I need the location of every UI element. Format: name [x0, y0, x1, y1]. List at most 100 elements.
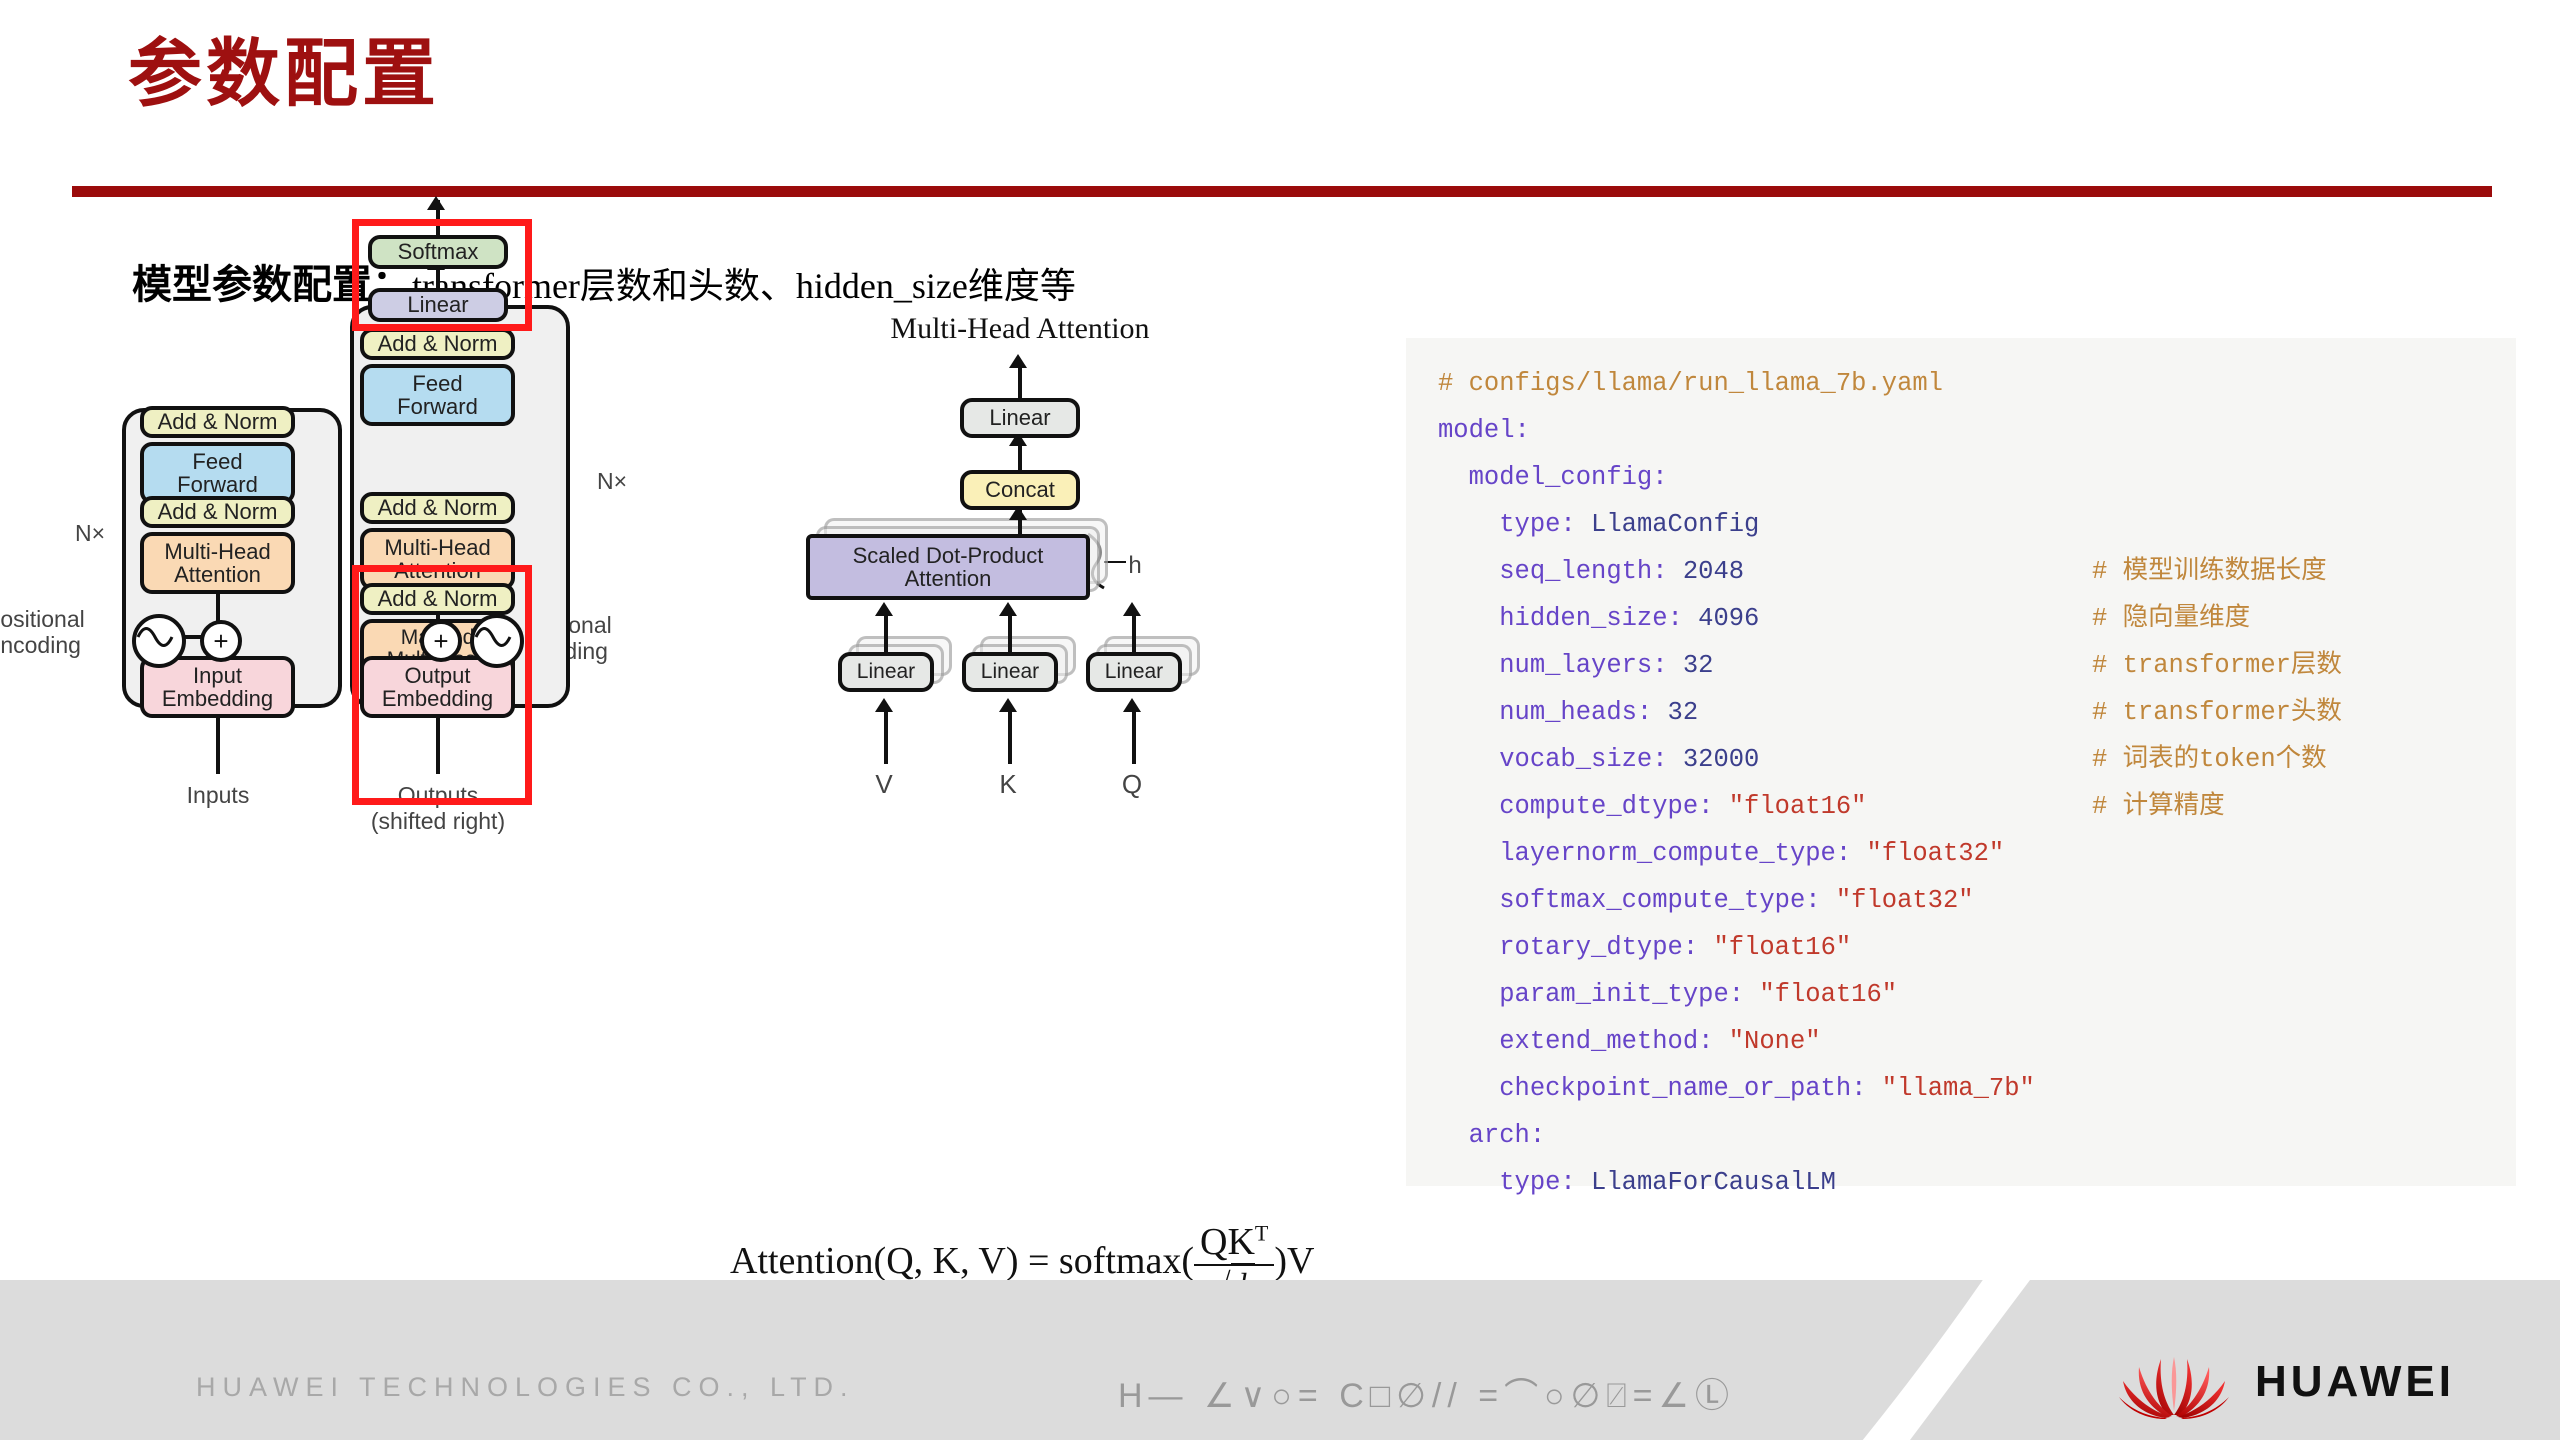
code-value: 32	[1652, 698, 1699, 727]
k-label: K	[999, 769, 1017, 799]
code-line: softmax_compute_type: "float32"	[1406, 877, 2516, 924]
code-line-text: seq_length: 2048	[1406, 557, 1744, 586]
v-label: V	[875, 769, 893, 799]
footer-company-text: HUAWEI TECHNOLOGIES CO., LTD.	[196, 1372, 855, 1402]
positional-add-left: +	[200, 620, 242, 662]
code-line: compute_dtype: "float16" # 计算精度	[1406, 783, 2516, 830]
code-line: model_config:	[1406, 454, 2516, 501]
mha-linear-q: Linear	[1086, 652, 1182, 692]
code-inline-comment: # 词表的token个数	[2092, 745, 2327, 774]
nx-label-left: N×	[74, 520, 106, 546]
arrow-up-icon	[1123, 602, 1141, 616]
code-inline-comment: # transformer层数	[2092, 651, 2342, 680]
code-comment: # configs/llama/run_llama_7b.yaml	[1438, 369, 1943, 398]
code-line-text: compute_dtype: "float16"	[1406, 792, 1866, 821]
encoder-feed-forward: Feed Forward	[140, 442, 295, 504]
code-value: 32000	[1667, 745, 1760, 774]
code-line: extend_method: "None"	[1406, 1018, 2516, 1065]
mha-linear-k: Linear	[962, 652, 1058, 692]
formula-rhs: )V	[1274, 1239, 1315, 1282]
code-value: "float16"	[1713, 792, 1867, 821]
mha-title: Multi-Head Attention	[890, 312, 1150, 345]
code-key: num_heads:	[1438, 698, 1653, 727]
page-title: 参数配置	[128, 34, 440, 116]
code-key: type:	[1438, 1168, 1576, 1197]
connector-stem	[1008, 704, 1012, 764]
code-line-text: type: LlamaConfig	[1406, 510, 1759, 539]
multi-head-attention-diagram: Multi-Head Attention Linear Concat Scale…	[790, 312, 1250, 880]
code-inline-comment: # 模型训练数据长度	[2092, 557, 2327, 586]
connector-stem	[216, 718, 220, 774]
encoder-multi-head-attention: Multi-Head Attention	[140, 532, 295, 594]
arrow-up-icon	[875, 698, 893, 712]
huawei-logo: HUAWEI	[2115, 1345, 2455, 1419]
code-line: arch:	[1406, 1112, 2516, 1159]
mha-linear-top: Linear	[960, 398, 1080, 438]
code-key: type:	[1438, 510, 1576, 539]
mha-linear-v: Linear	[838, 652, 934, 692]
code-value: LlamaConfig	[1575, 510, 1760, 539]
code-line: type: LlamaForCausalLM	[1406, 1159, 2516, 1206]
code-key: vocab_size:	[1438, 745, 1668, 774]
arrow-up-icon	[427, 196, 445, 210]
code-key: extend_method:	[1438, 1027, 1714, 1056]
code-key: model_config:	[1438, 463, 1668, 492]
arrow-up-icon	[999, 698, 1017, 712]
code-line-text: checkpoint_name_or_path: "llama_7b"	[1406, 1074, 2035, 1103]
code-line-text: arch:	[1406, 1121, 1546, 1150]
code-line-text: layernorm_compute_type: "float32"	[1406, 839, 2004, 868]
code-line-text: softmax_compute_type: "float32"	[1406, 886, 1974, 915]
code-line-text: rotary_dtype: "float16"	[1406, 933, 1851, 962]
figures-area: OutputProbabilities Softmax Linear Add &…	[0, 196, 1400, 1307]
code-value: "float32"	[1820, 886, 1974, 915]
code-key: compute_dtype:	[1438, 792, 1714, 821]
code-key: num_layers:	[1438, 651, 1668, 680]
code-line: rotary_dtype: "float16"	[1406, 924, 2516, 971]
arrow-up-icon	[1123, 698, 1141, 712]
code-line: # configs/llama/run_llama_7b.yaml	[1406, 360, 2516, 407]
arrow-up-icon	[999, 602, 1017, 616]
code-line: seq_length: 2048 # 模型训练数据长度	[1406, 548, 2516, 595]
code-value: "float16"	[1698, 933, 1852, 962]
scaled-dot-product-attention: Scaled Dot-Product Attention	[806, 534, 1090, 600]
code-line: checkpoint_name_or_path: "llama_7b"	[1406, 1065, 2516, 1112]
code-line-text: model_config:	[1406, 463, 1668, 492]
huawei-flower-icon	[2119, 1357, 2229, 1419]
code-value: "llama_7b"	[1866, 1074, 2035, 1103]
code-key: layernorm_compute_type:	[1438, 839, 1852, 868]
encoder-add-norm-bottom: Add & Norm	[140, 496, 295, 528]
code-line: num_heads: 32 # transformer头数	[1406, 689, 2516, 736]
code-line-text: param_init_type: "float16"	[1406, 980, 1897, 1009]
code-key: param_init_type:	[1438, 980, 1745, 1009]
code-key: hidden_size:	[1438, 604, 1683, 633]
code-line: model:	[1406, 407, 2516, 454]
subtitle: 模型参数配置：transformer层数和头数、hidden_size维度等	[132, 252, 1076, 310]
code-value: 32	[1667, 651, 1714, 680]
nx-label-right: N×	[596, 468, 628, 494]
code-key: arch:	[1438, 1121, 1546, 1150]
code-line: param_init_type: "float16"	[1406, 971, 2516, 1018]
code-value: 2048	[1667, 557, 1745, 586]
code-line: type: LlamaConfig	[1406, 501, 2516, 548]
arrow-up-icon	[1009, 354, 1027, 368]
code-line: hidden_size: 4096 # 隐向量维度	[1406, 595, 2516, 642]
code-value: "float32"	[1851, 839, 2005, 868]
code-value: "None"	[1713, 1027, 1821, 1056]
code-line-text: model:	[1406, 416, 1530, 445]
code-line: num_layers: 32 # transformer层数	[1406, 642, 2516, 689]
code-value: "float16"	[1744, 980, 1898, 1009]
code-line-text: num_layers: 32	[1406, 651, 1713, 680]
formula-numerator: QKT	[1194, 1220, 1275, 1266]
code-line: layernorm_compute_type: "float32"	[1406, 830, 2516, 877]
code-key: seq_length:	[1438, 557, 1668, 586]
decoder-add-norm-top: Add & Norm	[360, 328, 515, 360]
code-line-text: # configs/llama/run_llama_7b.yaml	[1406, 369, 1943, 398]
transformer-architecture-diagram: OutputProbabilities Softmax Linear Add &…	[0, 196, 720, 1250]
inputs-label: Inputs	[186, 782, 250, 808]
code-line-text: type: LlamaForCausalLM	[1406, 1168, 1836, 1197]
code-inline-comment: # transformer头数	[2092, 698, 2342, 727]
mha-concat: Concat	[960, 470, 1080, 510]
code-line-text: vocab_size: 32000	[1406, 745, 1759, 774]
code-key: rotary_dtype:	[1438, 933, 1699, 962]
code-line-text: hidden_size: 4096	[1406, 604, 1759, 633]
